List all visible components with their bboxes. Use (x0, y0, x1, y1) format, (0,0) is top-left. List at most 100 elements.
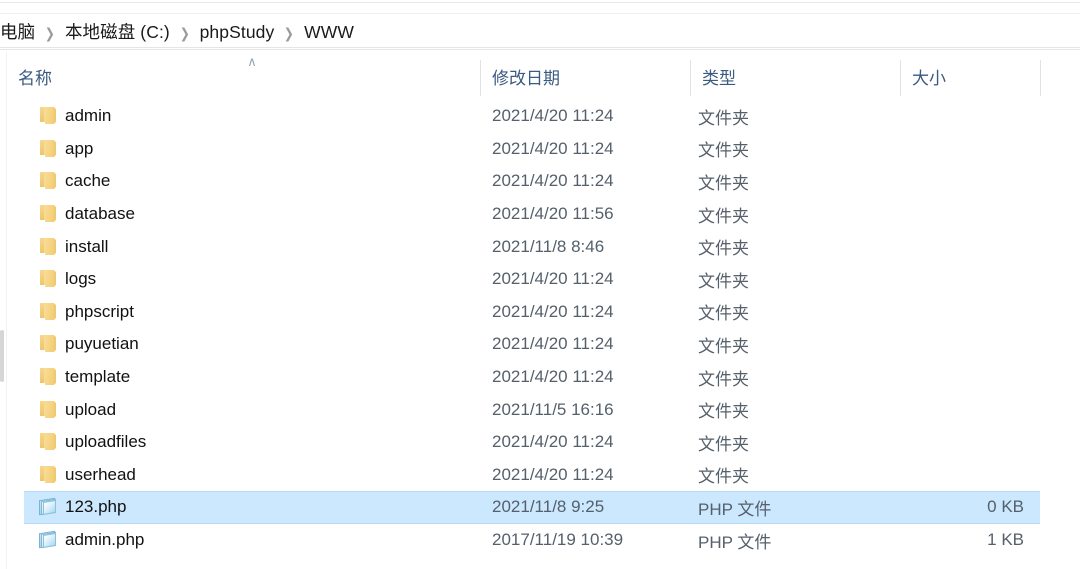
cell-name[interactable]: userhead (38, 459, 136, 492)
breadcrumb[interactable]: 电脑 ❯ 本地磁盘 (C:) ❯ phpStudy ❯ WWW (0, 18, 1080, 48)
cell-date-modified: 2021/4/20 11:24 (492, 106, 614, 126)
cell-type: 文件夹 (698, 402, 749, 422)
cell-size: 1 KB (987, 530, 1024, 550)
cell-name[interactable]: template (38, 361, 130, 394)
breadcrumb-item-1[interactable]: 电脑 (0, 24, 35, 42)
cell-name[interactable]: admin (38, 100, 111, 133)
cell-type: PHP 文件 (698, 499, 772, 519)
breadcrumb-item-3[interactable]: phpStudy (200, 24, 275, 42)
file-name-label: database (65, 204, 135, 224)
file-name-label: admin.php (65, 530, 145, 550)
file-row[interactable]: admin.php 2017/11/19 10:39 PHP 文件 1 KB (0, 524, 1080, 557)
file-name-label: install (65, 236, 109, 256)
file-name-label: upload (65, 399, 117, 419)
cell-date-modified: 2021/11/8 8:46 (492, 236, 605, 256)
cell-type: 文件夹 (698, 467, 749, 487)
column-header-row[interactable]: 名称 修改日期 类型 大小 (0, 52, 1080, 100)
column-header-name[interactable]: 名称 (6, 52, 480, 100)
php-file-icon (38, 498, 58, 516)
folder-icon (38, 400, 58, 419)
column-divider-date[interactable] (480, 60, 481, 96)
file-row[interactable]: cache 2021/4/20 11:24 文件夹 (0, 165, 1080, 198)
cell-name[interactable]: puyuetian (38, 328, 139, 361)
cell-size (900, 296, 1032, 329)
file-name-label: cache (65, 171, 111, 191)
cell-date-modified: 2021/4/20 11:24 (492, 432, 614, 452)
column-header-type[interactable]: 类型 (690, 52, 900, 100)
column-header-size[interactable]: 大小 (900, 52, 1040, 100)
cell-size (900, 459, 1032, 492)
folder-icon (38, 205, 58, 224)
sort-ascending-icon[interactable]: ∧ (245, 56, 259, 69)
folder-icon (38, 465, 58, 484)
cell-type: 文件夹 (698, 239, 749, 259)
cell-type: 文件夹 (698, 271, 749, 291)
cell-type: 文件夹 (698, 336, 749, 356)
file-row[interactable]: uploadfiles 2021/4/20 11:24 文件夹 (0, 426, 1080, 459)
folder-icon (38, 335, 58, 354)
cell-date-modified: 2017/11/19 10:39 (492, 530, 624, 550)
breadcrumb-item-2[interactable]: 本地磁盘 (C:) (65, 24, 170, 42)
cell-name[interactable]: admin.php (38, 524, 144, 557)
php-file-icon (38, 530, 58, 549)
file-row[interactable]: database 2021/4/20 11:56 文件夹 (0, 198, 1080, 231)
file-row[interactable]: userhead 2021/4/20 11:24 文件夹 (0, 459, 1080, 492)
cell-size (900, 230, 1032, 263)
cell-date-modified: 2021/4/20 11:56 (492, 204, 614, 224)
cell-type: PHP 文件 (698, 532, 772, 552)
file-row[interactable]: install 2021/11/8 8:46 文件夹 (0, 230, 1080, 263)
toolbar-divider (0, 13, 1080, 14)
file-row[interactable]: app 2021/4/20 11:24 文件夹 (0, 133, 1080, 166)
cell-size (900, 426, 1032, 459)
column-divider-end[interactable] (1040, 60, 1041, 96)
cell-name[interactable]: install (38, 230, 108, 263)
cell-date-modified: 2021/11/5 16:16 (492, 399, 614, 419)
file-name-label: admin (65, 106, 112, 126)
cell-size: 0 KB (987, 497, 1024, 517)
folder-icon (38, 107, 58, 126)
file-row[interactable]: puyuetian 2021/4/20 11:24 文件夹 (0, 328, 1080, 361)
cell-type: 文件夹 (698, 206, 749, 226)
file-name-label: userhead (65, 464, 136, 484)
cell-type: 文件夹 (698, 434, 749, 454)
file-name-label: app (65, 138, 94, 158)
file-name-label: uploadfiles (65, 432, 147, 452)
cell-name[interactable]: upload (38, 393, 116, 426)
cell-date-modified: 2021/4/20 11:24 (492, 334, 614, 354)
file-row[interactable]: 123.php 2021/11/8 9:25 PHP 文件 0 KB (0, 491, 1080, 524)
file-name-label: phpscript (65, 301, 134, 321)
column-header-underline (0, 47, 1080, 48)
cell-name[interactable]: logs (38, 263, 96, 296)
cell-type: 文件夹 (698, 141, 749, 161)
folder-icon (38, 433, 58, 452)
cell-date-modified: 2021/11/8 9:25 (492, 497, 605, 517)
cell-date-modified: 2021/4/20 11:24 (492, 367, 614, 387)
file-row[interactable]: upload 2021/11/5 16:16 文件夹 (0, 393, 1080, 426)
cell-name[interactable]: phpscript (38, 296, 134, 329)
column-divider-size[interactable] (900, 60, 901, 96)
file-row[interactable]: admin 2021/4/20 11:24 文件夹 (0, 100, 1080, 133)
breadcrumb-item-4[interactable]: WWW (304, 24, 354, 42)
breadcrumb-underline (0, 49, 1080, 50)
file-row[interactable]: logs 2021/4/20 11:24 文件夹 (0, 263, 1080, 296)
cell-name[interactable]: uploadfiles (38, 426, 146, 459)
cell-size (900, 100, 1032, 133)
folder-icon (38, 302, 58, 321)
breadcrumb-separator-icon: ❯ (179, 25, 190, 41)
cell-size (900, 328, 1032, 361)
cell-name[interactable]: database (38, 198, 135, 231)
cell-date-modified: 2021/4/20 11:24 (492, 301, 614, 321)
file-row[interactable]: phpscript 2021/4/20 11:24 文件夹 (0, 296, 1080, 329)
cell-size (900, 393, 1032, 426)
cell-size (900, 133, 1032, 166)
cell-type: 文件夹 (698, 173, 749, 193)
file-list[interactable]: admin 2021/4/20 11:24 文件夹 app 2021/4/20 11:2… (0, 100, 1080, 569)
folder-icon (38, 237, 58, 256)
cell-name[interactable]: 123.php (38, 491, 126, 524)
file-row[interactable]: template 2021/4/20 11:24 文件夹 (0, 361, 1080, 394)
cell-name[interactable]: cache (38, 165, 110, 198)
column-divider-type[interactable] (690, 60, 691, 96)
cell-name[interactable]: app (38, 133, 93, 166)
column-header-date[interactable]: 修改日期 (480, 52, 690, 100)
breadcrumb-separator-icon: ❯ (45, 25, 56, 41)
